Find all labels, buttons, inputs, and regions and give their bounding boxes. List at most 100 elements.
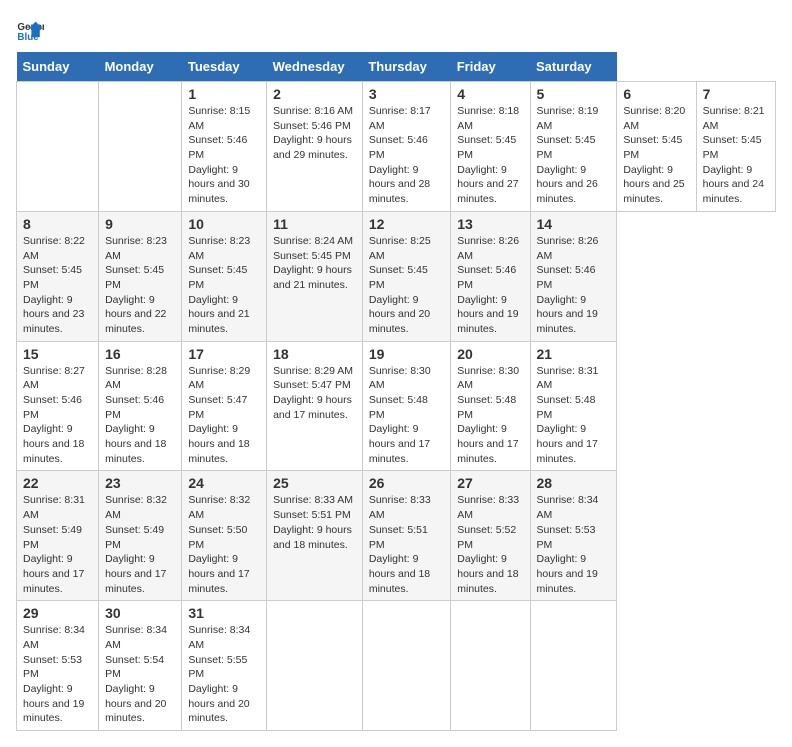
weekday-header: Monday xyxy=(99,52,182,82)
calendar-cell: 19 Sunrise: 8:30 AMSunset: 5:48 PMDayligh… xyxy=(362,341,450,471)
calendar-cell xyxy=(99,82,182,212)
calendar-cell: 27 Sunrise: 8:33 AMSunset: 5:52 PMDayligh… xyxy=(451,471,530,601)
day-details: Sunrise: 8:34 AMSunset: 5:53 PMDaylight:… xyxy=(23,623,92,726)
day-details: Sunrise: 8:30 AMSunset: 5:48 PMDaylight:… xyxy=(369,364,444,467)
day-number: 28 xyxy=(537,475,611,491)
day-details: Sunrise: 8:34 AMSunset: 5:53 PMDaylight:… xyxy=(537,493,611,596)
day-details: Sunrise: 8:16 AMSunset: 5:46 PMDaylight:… xyxy=(273,104,356,163)
calendar-cell: 8 Sunrise: 8:22 AMSunset: 5:45 PMDaylight… xyxy=(17,211,99,341)
day-number: 23 xyxy=(105,475,175,491)
day-details: Sunrise: 8:26 AMSunset: 5:46 PMDaylight:… xyxy=(537,234,611,337)
calendar-cell: 16Sunrise: 8:28 AMSunset: 5:46 PMDayligh… xyxy=(99,341,182,471)
calendar-cell xyxy=(451,601,530,731)
calendar-cell: 30Sunrise: 8:34 AMSunset: 5:54 PMDayligh… xyxy=(99,601,182,731)
day-number: 1 xyxy=(188,86,260,102)
calendar-cell: 29 Sunrise: 8:34 AMSunset: 5:53 PMDayligh… xyxy=(17,601,99,731)
calendar-cell: 6 Sunrise: 8:20 AMSunset: 5:45 PMDaylight… xyxy=(617,82,696,212)
calendar-cell: 4 Sunrise: 8:18 AMSunset: 5:45 PMDaylight… xyxy=(451,82,530,212)
day-details: Sunrise: 8:18 AMSunset: 5:45 PMDaylight:… xyxy=(457,104,523,207)
calendar-cell: 12 Sunrise: 8:25 AMSunset: 5:45 PMDayligh… xyxy=(362,211,450,341)
day-details: Sunrise: 8:33 AMSunset: 5:52 PMDaylight:… xyxy=(457,493,523,596)
day-details: Sunrise: 8:32 AMSunset: 5:50 PMDaylight:… xyxy=(188,493,260,596)
calendar-cell: 24 Sunrise: 8:32 AMSunset: 5:50 PMDayligh… xyxy=(182,471,267,601)
day-details: Sunrise: 8:21 AMSunset: 5:45 PMDaylight:… xyxy=(703,104,769,207)
day-number: 22 xyxy=(23,475,92,491)
day-details: Sunrise: 8:15 AMSunset: 5:46 PMDaylight:… xyxy=(188,104,260,207)
calendar-cell: 5Sunrise: 8:19 AMSunset: 5:45 PMDaylight… xyxy=(530,82,617,212)
calendar-cell: 13Sunrise: 8:26 AMSunset: 5:46 PMDayligh… xyxy=(451,211,530,341)
day-details: Sunrise: 8:34 AMSunset: 5:55 PMDaylight:… xyxy=(188,623,260,726)
calendar-cell xyxy=(267,601,363,731)
weekday-header: Tuesday xyxy=(182,52,267,82)
day-details: Sunrise: 8:33 AMSunset: 5:51 PMDaylight:… xyxy=(369,493,444,596)
weekday-header: Thursday xyxy=(362,52,450,82)
day-number: 31 xyxy=(188,605,260,621)
day-number: 7 xyxy=(703,86,769,102)
calendar-cell: 17 Sunrise: 8:29 AMSunset: 5:47 PMDayligh… xyxy=(182,341,267,471)
day-number: 10 xyxy=(188,216,260,232)
day-details: Sunrise: 8:31 AMSunset: 5:48 PMDaylight:… xyxy=(537,364,611,467)
day-details: Sunrise: 8:23 AMSunset: 5:45 PMDaylight:… xyxy=(188,234,260,337)
day-number: 18 xyxy=(273,346,356,362)
day-number: 2 xyxy=(273,86,356,102)
day-number: 8 xyxy=(23,216,92,232)
day-details: Sunrise: 8:30 AMSunset: 5:48 PMDaylight:… xyxy=(457,364,523,467)
day-number: 20 xyxy=(457,346,523,362)
day-number: 6 xyxy=(623,86,689,102)
calendar-table: SundayMondayTuesdayWednesdayThursdayFrid… xyxy=(16,52,776,731)
calendar-cell: 9Sunrise: 8:23 AMSunset: 5:45 PMDaylight… xyxy=(99,211,182,341)
calendar-cell: 7 Sunrise: 8:21 AMSunset: 5:45 PMDaylight… xyxy=(696,82,775,212)
day-details: Sunrise: 8:31 AMSunset: 5:49 PMDaylight:… xyxy=(23,493,92,596)
calendar-cell: 1 Sunrise: 8:15 AMSunset: 5:46 PMDaylight… xyxy=(182,82,267,212)
day-number: 30 xyxy=(105,605,175,621)
calendar-cell: 22 Sunrise: 8:31 AMSunset: 5:49 PMDayligh… xyxy=(17,471,99,601)
calendar-cell: 20 Sunrise: 8:30 AMSunset: 5:48 PMDayligh… xyxy=(451,341,530,471)
calendar-cell: 2 Sunrise: 8:16 AMSunset: 5:46 PMDaylight… xyxy=(267,82,363,212)
day-details: Sunrise: 8:22 AMSunset: 5:45 PMDaylight:… xyxy=(23,234,92,337)
day-number: 21 xyxy=(537,346,611,362)
header: General Blue xyxy=(16,16,776,44)
day-number: 4 xyxy=(457,86,523,102)
calendar-cell xyxy=(362,601,450,731)
calendar-cell: 23 Sunrise: 8:32 AMSunset: 5:49 PMDayligh… xyxy=(99,471,182,601)
day-details: Sunrise: 8:27 AMSunset: 5:46 PMDaylight:… xyxy=(23,364,92,467)
calendar-cell: 21 Sunrise: 8:31 AMSunset: 5:48 PMDayligh… xyxy=(530,341,617,471)
day-number: 29 xyxy=(23,605,92,621)
calendar-week-row: 29 Sunrise: 8:34 AMSunset: 5:53 PMDayligh… xyxy=(17,601,776,731)
day-details: Sunrise: 8:33 AMSunset: 5:51 PMDaylight:… xyxy=(273,493,356,552)
calendar-cell: 15 Sunrise: 8:27 AMSunset: 5:46 PMDayligh… xyxy=(17,341,99,471)
day-details: Sunrise: 8:17 AMSunset: 5:46 PMDaylight:… xyxy=(369,104,444,207)
calendar-cell: 3Sunrise: 8:17 AMSunset: 5:46 PMDaylight… xyxy=(362,82,450,212)
day-details: Sunrise: 8:32 AMSunset: 5:49 PMDaylight:… xyxy=(105,493,175,596)
calendar-week-row: 1 Sunrise: 8:15 AMSunset: 5:46 PMDaylight… xyxy=(17,82,776,212)
day-number: 13 xyxy=(457,216,523,232)
weekday-header: Wednesday xyxy=(267,52,363,82)
day-number: 5 xyxy=(537,86,611,102)
calendar-cell: 10 Sunrise: 8:23 AMSunset: 5:45 PMDayligh… xyxy=(182,211,267,341)
calendar-cell: 14Sunrise: 8:26 AMSunset: 5:46 PMDayligh… xyxy=(530,211,617,341)
day-number: 27 xyxy=(457,475,523,491)
day-details: Sunrise: 8:29 AMSunset: 5:47 PMDaylight:… xyxy=(188,364,260,467)
calendar-cell: 25 Sunrise: 8:33 AMSunset: 5:51 PMDayligh… xyxy=(267,471,363,601)
calendar-cell: 28 Sunrise: 8:34 AMSunset: 5:53 PMDayligh… xyxy=(530,471,617,601)
day-details: Sunrise: 8:25 AMSunset: 5:45 PMDaylight:… xyxy=(369,234,444,337)
day-details: Sunrise: 8:20 AMSunset: 5:45 PMDaylight:… xyxy=(623,104,689,207)
calendar-week-row: 15 Sunrise: 8:27 AMSunset: 5:46 PMDayligh… xyxy=(17,341,776,471)
day-details: Sunrise: 8:24 AMSunset: 5:45 PMDaylight:… xyxy=(273,234,356,293)
logo-icon: General Blue xyxy=(16,16,44,44)
day-number: 24 xyxy=(188,475,260,491)
calendar-cell: 11Sunrise: 8:24 AMSunset: 5:45 PMDayligh… xyxy=(267,211,363,341)
day-number: 25 xyxy=(273,475,356,491)
logo: General Blue xyxy=(16,16,44,44)
calendar-week-row: 8 Sunrise: 8:22 AMSunset: 5:45 PMDaylight… xyxy=(17,211,776,341)
day-number: 17 xyxy=(188,346,260,362)
day-details: Sunrise: 8:29 AMSunset: 5:47 PMDaylight:… xyxy=(273,364,356,423)
weekday-header: Sunday xyxy=(17,52,99,82)
day-number: 19 xyxy=(369,346,444,362)
weekday-header: Friday xyxy=(451,52,530,82)
calendar-cell: 18 Sunrise: 8:29 AMSunset: 5:47 PMDayligh… xyxy=(267,341,363,471)
calendar-week-row: 22 Sunrise: 8:31 AMSunset: 5:49 PMDayligh… xyxy=(17,471,776,601)
weekday-header: Saturday xyxy=(530,52,617,82)
day-number: 15 xyxy=(23,346,92,362)
day-number: 12 xyxy=(369,216,444,232)
